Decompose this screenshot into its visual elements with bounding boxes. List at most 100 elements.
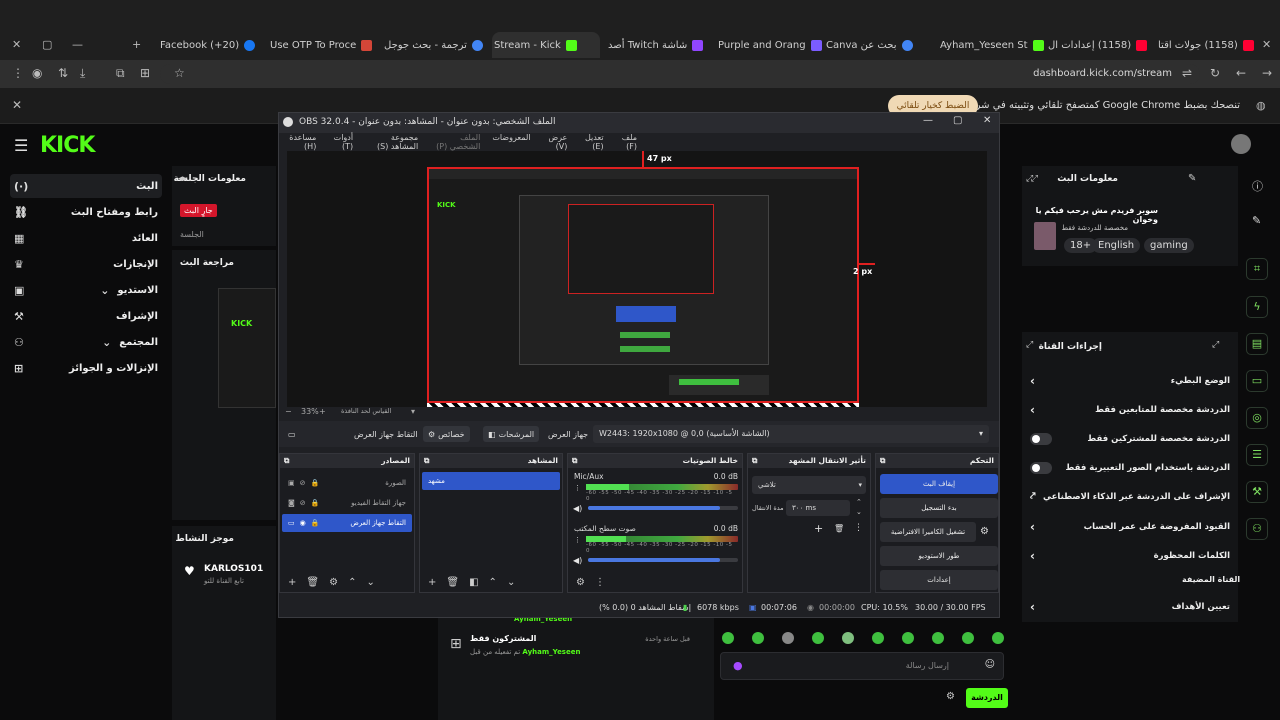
- extension-puzzle-icon[interactable]: ⧉: [116, 66, 125, 81]
- display-select[interactable]: W2443: 1920x1080 @ 0,0 (الشاشة الأساسية)…: [593, 425, 989, 443]
- scene-item[interactable]: مشهد: [422, 472, 560, 490]
- chat-send-button[interactable]: الدردشة: [966, 688, 1008, 708]
- new-tab-icon[interactable]: +: [132, 38, 141, 51]
- trash-icon[interactable]: 🗑: [306, 577, 319, 588]
- obs-preview[interactable]: 47 px KICK 2 px: [287, 151, 987, 407]
- menu-edit[interactable]: تعديل (E): [579, 133, 604, 151]
- emote-icon[interactable]: [812, 632, 824, 644]
- edit-pencil-icon[interactable]: ✎: [1188, 173, 1196, 184]
- chat-input[interactable]: إرسال رسالة ● ☺: [720, 652, 1004, 680]
- add-icon[interactable]: +: [288, 577, 296, 588]
- sidebar-item-achievements[interactable]: الإنجازات ♛: [10, 252, 162, 276]
- zoom-in-icon[interactable]: +: [319, 407, 326, 416]
- emote-icon[interactable]: [752, 632, 764, 644]
- trash-icon[interactable]: 🗑: [446, 577, 459, 588]
- sidebar-item-stream[interactable]: البث (·): [10, 174, 162, 198]
- eye-icon[interactable]: ◉: [300, 519, 306, 527]
- speaker-icon[interactable]: ◀): [573, 556, 582, 565]
- avatar[interactable]: [1231, 134, 1251, 154]
- lock-icon[interactable]: 🔒: [311, 519, 320, 527]
- duration-input[interactable]: ٣٠٠ ms: [786, 500, 850, 516]
- menu-view[interactable]: عرض (V): [543, 133, 567, 151]
- chat-bubble-icon[interactable]: ▭: [1246, 370, 1268, 392]
- screenshot-icon[interactable]: ⊞: [140, 66, 150, 80]
- set-goals-row[interactable]: تعيين الأهداف ›: [1030, 600, 1230, 614]
- tab-8[interactable]: ترجمة - بحث جوجل: [384, 36, 483, 54]
- studio-mode-button[interactable]: طور الاستوديو: [880, 546, 998, 566]
- add-icon[interactable]: +: [814, 522, 823, 535]
- bookmark-star-icon[interactable]: ☆: [174, 66, 185, 80]
- popout-icon[interactable]: ⤢: [1026, 174, 1033, 184]
- dock-menu-icon[interactable]: ⧉: [752, 454, 757, 468]
- zoom-mode-label[interactable]: القياس لحد النافذة: [341, 407, 391, 415]
- feed-user-link[interactable]: Ayham_Yeseen: [522, 648, 580, 656]
- maximize-icon[interactable]: ▢: [953, 115, 962, 126]
- back-icon[interactable]: →: [1262, 66, 1272, 80]
- channel-menu-icon[interactable]: ⋮: [574, 536, 581, 544]
- dock-menu-icon[interactable]: ⧉: [572, 454, 577, 468]
- tab-1[interactable]: (1158) جولات اقتا: [1158, 36, 1254, 54]
- move-down-icon[interactable]: ⌄: [507, 577, 515, 588]
- emote-icon[interactable]: [872, 632, 884, 644]
- hidden-eye-icon[interactable]: ⊘: [300, 479, 306, 487]
- menu-tools[interactable]: أدوات (T): [328, 133, 353, 151]
- emote-icon[interactable]: [992, 632, 1004, 644]
- virtual-camera-gear-icon[interactable]: ⚙: [980, 526, 989, 537]
- subscribers-only-toggle[interactable]: [1030, 433, 1052, 445]
- camera-scan-icon[interactable]: ⌗: [1246, 258, 1268, 280]
- speaker-icon[interactable]: ◀): [573, 504, 582, 513]
- kick-logo[interactable]: KICK: [40, 133, 95, 158]
- minimize-icon[interactable]: —: [923, 115, 933, 126]
- dock-menu-icon[interactable]: ⧉: [284, 454, 289, 468]
- profile-icon[interactable]: ◉: [32, 66, 42, 80]
- source-item-selected[interactable]: التقاط جهاز العرض 🔒 ◉ ▭: [282, 514, 412, 532]
- zoom-out-icon[interactable]: −: [285, 407, 292, 416]
- forward-icon[interactable]: ←: [1236, 66, 1246, 80]
- start-virtual-camera-button[interactable]: تشغيل الكاميرا الافتراضية: [880, 522, 976, 542]
- info-icon[interactable]: ⓘ: [1252, 178, 1263, 194]
- dock-menu-icon[interactable]: ⧉: [424, 454, 429, 468]
- settings-button[interactable]: إعدادات: [880, 570, 998, 590]
- sidebar-item-community[interactable]: المجتمع ⌄ ⚇: [10, 330, 162, 354]
- lock-icon[interactable]: 🔒: [311, 479, 320, 487]
- hidden-eye-icon[interactable]: ⊘: [300, 499, 306, 507]
- volume-slider[interactable]: [588, 558, 738, 562]
- tab-9[interactable]: Use OTP To Proce: [270, 36, 373, 54]
- lock-icon[interactable]: 🔒: [311, 499, 320, 507]
- extensions-icon[interactable]: ⇅: [58, 66, 68, 80]
- dock-menu-icon[interactable]: ⧉: [880, 454, 885, 468]
- emote-icon[interactable]: [782, 632, 794, 644]
- slow-mode-row[interactable]: الوضع البطيء ›: [1030, 374, 1230, 388]
- emote-icon[interactable]: [722, 632, 734, 644]
- close-window-icon[interactable]: ✕: [1262, 38, 1271, 51]
- close-icon[interactable]: ✕: [983, 115, 991, 126]
- minimize-window-icon[interactable]: —: [72, 38, 83, 51]
- filter-icon[interactable]: ◧: [469, 577, 478, 588]
- layers-icon[interactable]: ☰: [1246, 444, 1268, 466]
- tab-5[interactable]: Purple and Orang: [718, 36, 822, 54]
- popout-icon[interactable]: ⤢: [1026, 340, 1033, 350]
- chevron-down-icon[interactable]: ▾: [411, 407, 415, 416]
- move-down-icon[interactable]: ⌄: [366, 577, 374, 588]
- tab-6[interactable]: شاشة Twitch أصد: [608, 36, 704, 54]
- emoji-picker-icon[interactable]: ☺: [985, 659, 995, 670]
- restore-window-icon[interactable]: ▢: [42, 38, 52, 51]
- properties-button[interactable]: ⚙ خصائص: [423, 426, 470, 442]
- start-recording-button[interactable]: بدء التسجيل: [880, 498, 998, 518]
- stepper-down-icon[interactable]: ⌄: [856, 508, 862, 516]
- users-icon[interactable]: ⚇: [1246, 518, 1268, 540]
- channel-menu-icon[interactable]: ⋮: [574, 484, 581, 492]
- ai-moderation-row[interactable]: الإشراف على الدردشة عبر الذكاء الاصطناعي…: [1030, 491, 1230, 502]
- reload-icon[interactable]: ↻: [1210, 66, 1220, 80]
- sidebar-item-studio[interactable]: الاستديو ⌄ ▣: [10, 278, 162, 302]
- activity-username[interactable]: KARLOS101: [204, 564, 263, 574]
- source-item[interactable]: جهاز التقاط الفيديو 🔒 ⊘ ◙: [282, 494, 412, 512]
- menu-docks[interactable]: المعروضات: [492, 133, 530, 151]
- microphone-icon[interactable]: ●: [733, 659, 743, 672]
- gear-icon[interactable]: ⚙: [576, 577, 585, 588]
- menu-dots-icon[interactable]: ⋮: [12, 66, 24, 80]
- menu-scene-collection[interactable]: مجموعة المشاهد (S): [365, 133, 418, 151]
- source-item[interactable]: الصورة 🔒 ⊘ ▣: [282, 474, 412, 492]
- gear-icon[interactable]: ⚙: [329, 577, 338, 588]
- settings-gear-icon[interactable]: ⚙: [946, 691, 955, 702]
